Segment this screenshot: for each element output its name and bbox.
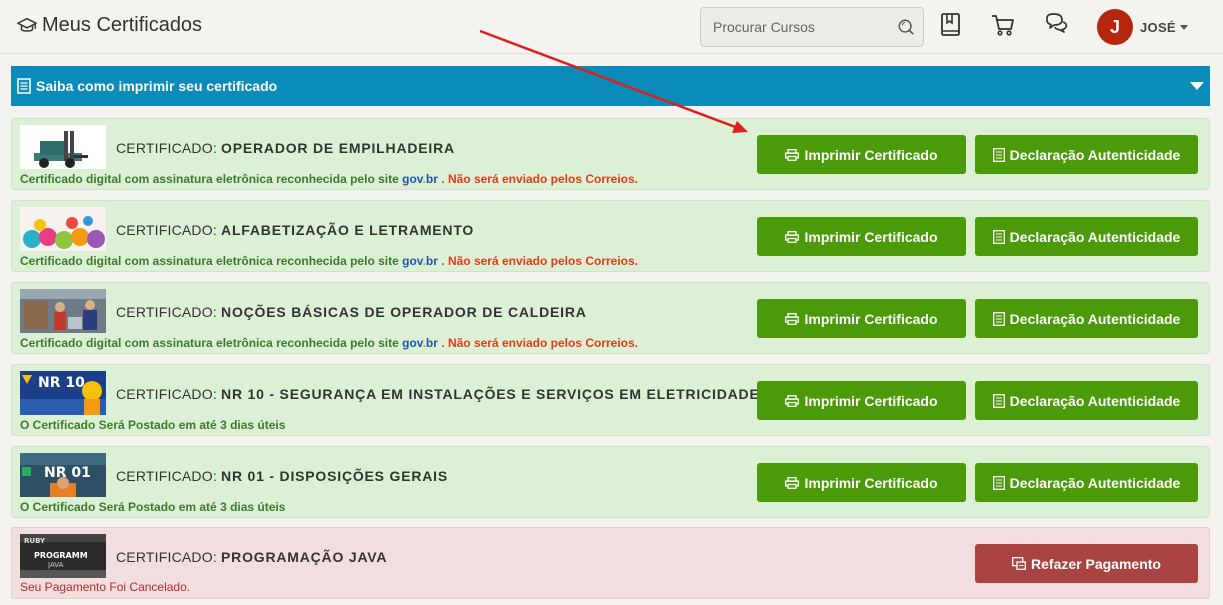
authenticity-declaration-button[interactable]: Declaração Autenticidade (975, 135, 1198, 174)
bookmark-book-icon[interactable] (938, 12, 964, 38)
redo-payment-button[interactable]: Refazer Pagamento (975, 544, 1198, 583)
certificate-title: CERTIFICADO: ALFABETIZAÇÃO E LETRAMENTO (116, 222, 475, 238)
course-thumbnail: RUBY PROGRAMM JAVA (20, 534, 106, 578)
graduation-cap-icon (17, 17, 37, 32)
course-name: OPERADOR DE EMPILHADEIRA (221, 140, 455, 156)
page-title: Meus Certificados (42, 14, 203, 36)
document-icon (992, 311, 1005, 326)
course-thumbnail: NR 01 (20, 453, 106, 497)
certificate-card: CERTIFICADO: NOÇÕES BÁSICAS DE OPERADOR … (11, 282, 1210, 354)
payment-icon (1012, 557, 1026, 570)
certificate-title: CERTIFICADO: NR 10 - SEGURANÇA EM INSTAL… (116, 386, 760, 402)
thumb-label: RUBY (24, 537, 46, 545)
search-input[interactable] (701, 8, 891, 46)
user-menu[interactable]: J JOSÉ (1097, 9, 1188, 45)
chevron-down-icon[interactable] (1190, 82, 1204, 90)
print-certificate-button[interactable]: Imprimir Certificado (757, 299, 966, 338)
course-name: ALFABETIZAÇÃO E LETRAMENTO (221, 222, 475, 238)
search-box[interactable] (700, 7, 924, 47)
document-icon (992, 229, 1005, 244)
certificate-card: CERTIFICADO: ALFABETIZAÇÃO E LETRAMENTO … (11, 200, 1210, 272)
how-to-print-panel[interactable]: Saiba como imprimir seu certificado (11, 66, 1210, 106)
user-name[interactable]: JOSÉ (1140, 20, 1176, 35)
certificate-note: Certificado digital com assinatura eletr… (20, 172, 639, 186)
authenticity-declaration-button[interactable]: Declaração Autenticidade (975, 463, 1198, 502)
brand: Meus Certificados (16, 14, 202, 37)
print-certificate-button[interactable]: Imprimir Certificado (757, 463, 966, 502)
thumb-label: JAVA (47, 561, 64, 569)
thumb-label: NR 01 (44, 465, 91, 481)
printer-icon (785, 230, 800, 243)
thumb-label: NR 10 (38, 375, 85, 391)
document-icon (992, 147, 1005, 162)
certificate-note: O Certificado Será Postado em até 3 dias… (20, 418, 286, 432)
document-icon (992, 475, 1005, 490)
print-certificate-button[interactable]: Imprimir Certificado (757, 217, 966, 256)
certificate-note: Certificado digital com assinatura eletr… (20, 254, 639, 268)
document-icon (992, 393, 1005, 408)
top-bar: Meus Certificados J JOSÉ (0, 0, 1223, 54)
printer-icon (785, 148, 800, 161)
print-certificate-button[interactable]: Imprimir Certificado (757, 381, 966, 420)
course-name: NR 01 - DISPOSIÇÕES GERAIS (221, 468, 448, 484)
printer-icon (785, 312, 800, 325)
search-icon[interactable] (897, 18, 915, 36)
authenticity-declaration-button[interactable]: Declaração Autenticidade (975, 217, 1198, 256)
certificate-title: CERTIFICADO: OPERADOR DE EMPILHADEIRA (116, 140, 455, 156)
printer-icon (785, 476, 800, 489)
certificate-title: CERTIFICADO: PROGRAMAÇÃO JAVA (116, 549, 388, 565)
certificate-card-cancelled: RUBY PROGRAMM JAVA CERTIFICADO: PROGRAMA… (11, 527, 1210, 599)
avatar[interactable]: J (1097, 9, 1133, 45)
course-name: NOÇÕES BÁSICAS DE OPERADOR DE CALDEIRA (221, 304, 587, 320)
cart-icon[interactable] (990, 12, 1016, 38)
print-certificate-button[interactable]: Imprimir Certificado (757, 135, 966, 174)
certificate-card: CERTIFICADO: OPERADOR DE EMPILHADEIRA Ce… (11, 118, 1210, 190)
course-thumbnail: NR 10 (20, 371, 106, 415)
course-thumbnail (20, 207, 106, 251)
course-name: NR 10 - SEGURANÇA EM INSTALAÇÕES E SERVI… (221, 386, 760, 402)
authenticity-declaration-button[interactable]: Declaração Autenticidade (975, 381, 1198, 420)
certificate-title: CERTIFICADO: NOÇÕES BÁSICAS DE OPERADOR … (116, 304, 587, 320)
chat-icon[interactable] (1043, 12, 1069, 38)
certificate-note: Certificado digital com assinatura eletr… (20, 336, 639, 350)
course-name: PROGRAMAÇÃO JAVA (221, 549, 388, 565)
panel-title: Saiba como imprimir seu certificado (36, 78, 278, 94)
certificate-note: O Certificado Será Postado em até 3 dias… (20, 500, 286, 514)
chevron-down-icon[interactable] (1179, 24, 1188, 30)
course-thumbnail (20, 289, 106, 333)
certificate-title: CERTIFICADO: NR 01 - DISPOSIÇÕES GERAIS (116, 468, 448, 484)
certificate-card: NR 01 CERTIFICADO: NR 01 - DISPOSIÇÕES G… (11, 446, 1210, 518)
authenticity-declaration-button[interactable]: Declaração Autenticidade (975, 299, 1198, 338)
document-icon (17, 78, 31, 94)
certificate-card: NR 10 CERTIFICADO: NR 10 - SEGURANÇA EM … (11, 364, 1210, 436)
payment-cancelled-note: Seu Pagamento Foi Cancelado. (20, 580, 191, 594)
course-thumbnail (20, 125, 106, 169)
printer-icon (785, 394, 800, 407)
thumb-label: PROGRAMM (34, 551, 88, 560)
